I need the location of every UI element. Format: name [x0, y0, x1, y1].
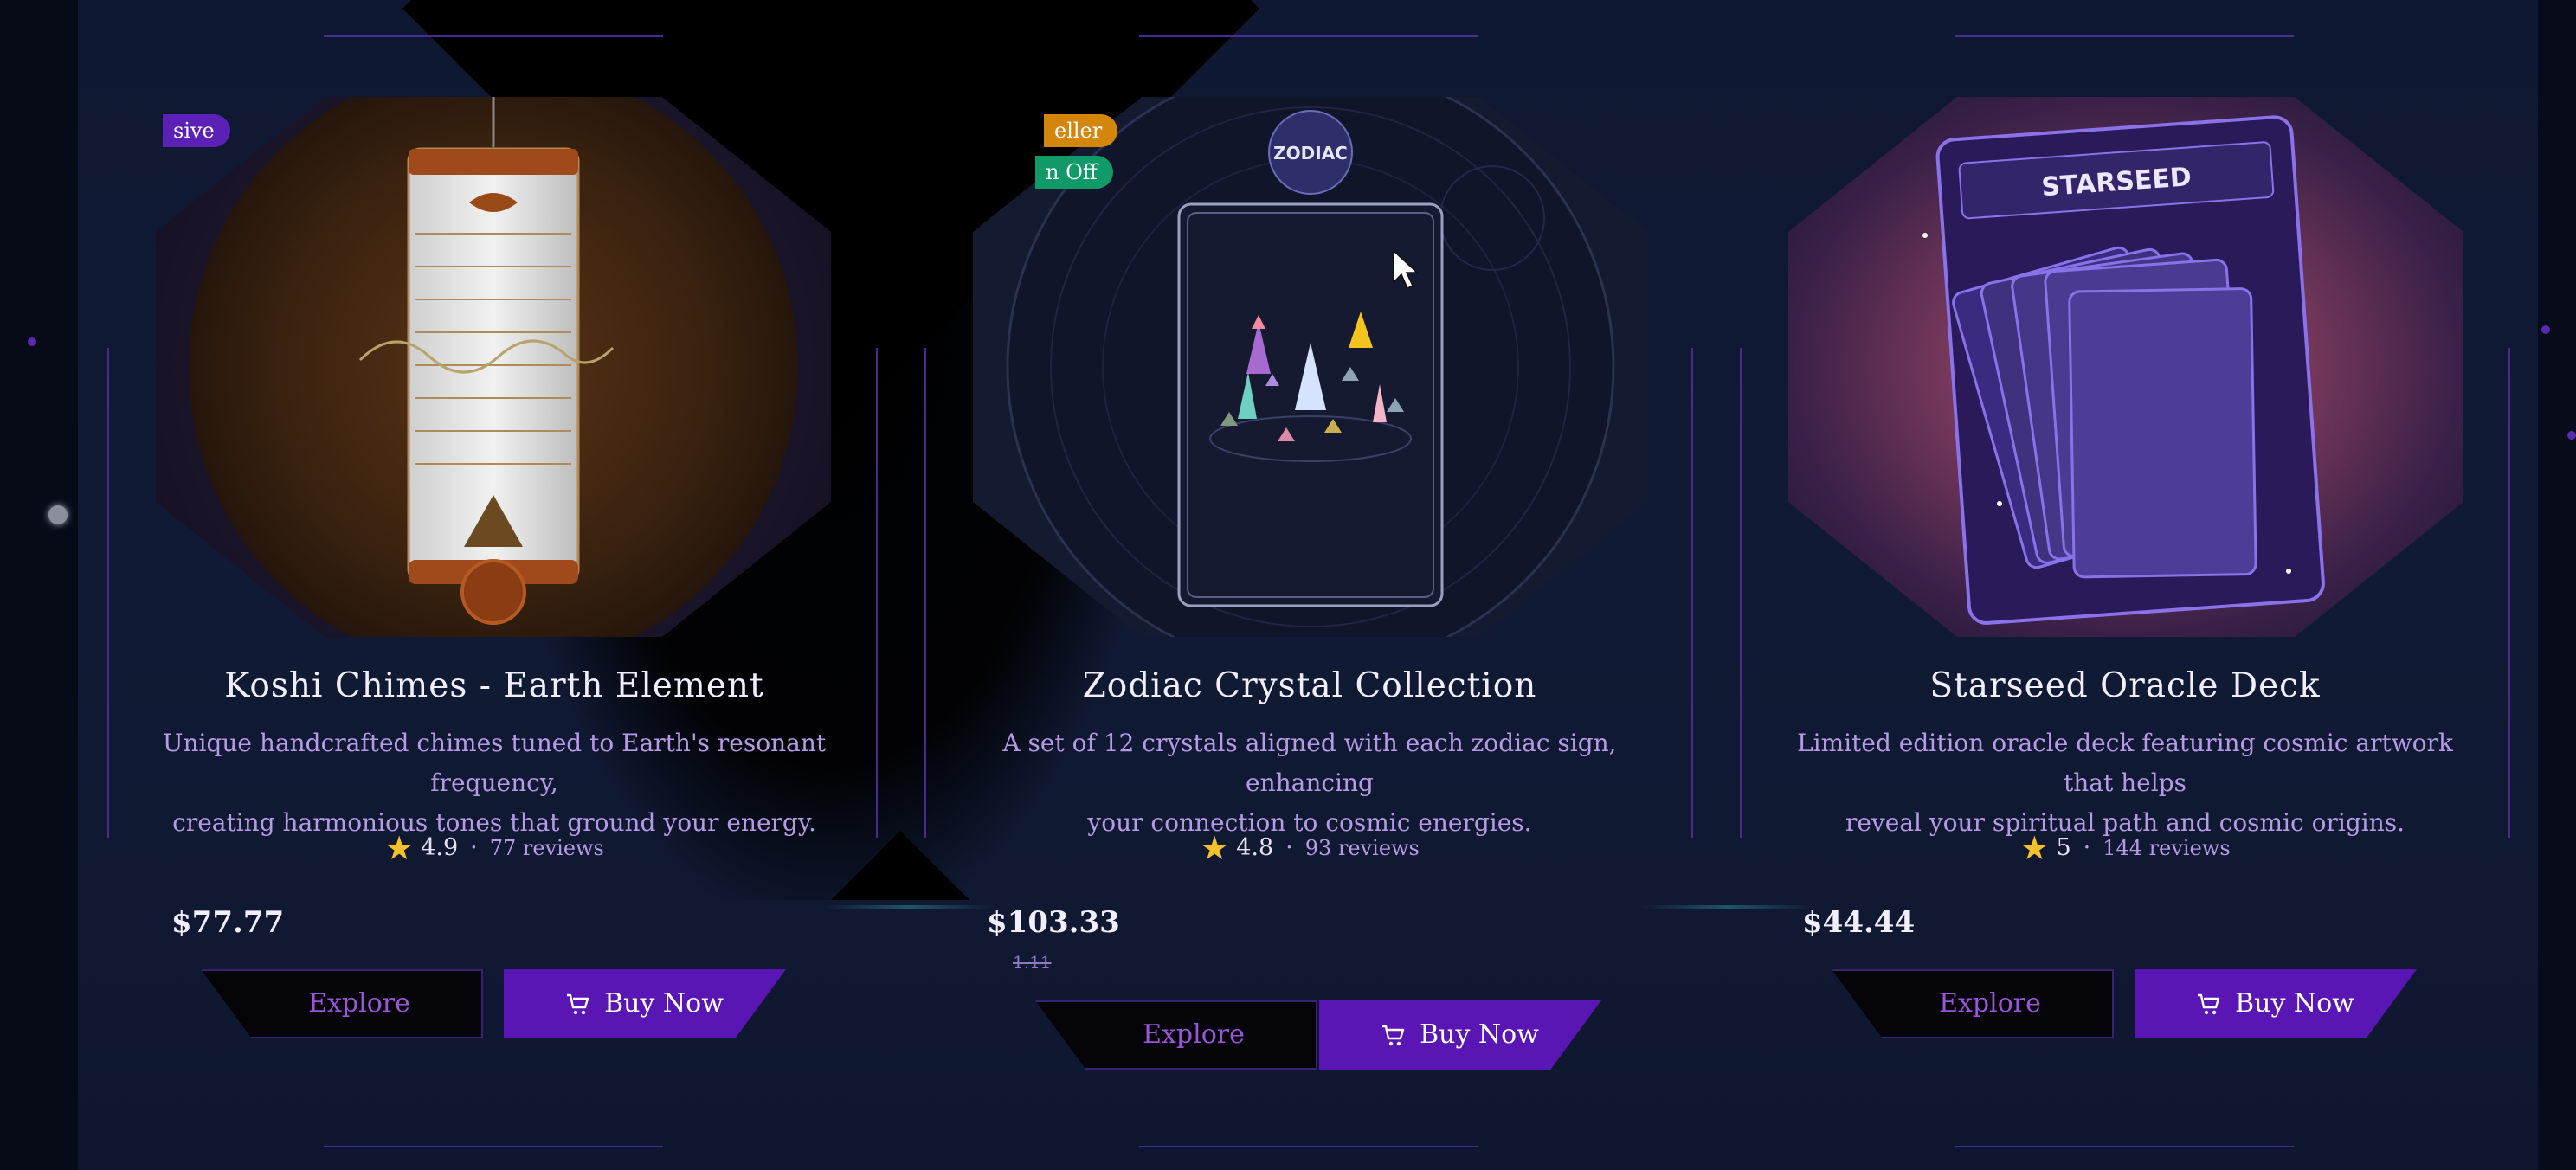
buy-now-button[interactable]: Buy Now: [504, 969, 786, 1038]
description-line: A set of 12 crystals aligned with each z…: [1002, 729, 1617, 797]
explore-button[interactable]: Explore: [201, 969, 483, 1038]
buy-now-button[interactable]: Buy Now: [1319, 1000, 1601, 1070]
product-image: ZODIAC eller n Off: [973, 97, 1648, 637]
product-description: Unique handcrafted chimes tuned to Earth…: [138, 723, 850, 843]
product-rating: ★ 5 · 144 reviews: [1717, 829, 2533, 867]
explore-button[interactable]: Explore: [1035, 1000, 1317, 1070]
bestseller-badge: eller: [1044, 114, 1118, 147]
right-edge-panel: [2538, 0, 2576, 1170]
review-count[interactable]: 144 reviews: [2103, 836, 2230, 860]
product-price: $44.44: [1802, 905, 1916, 940]
product-title: Starseed Oracle Deck: [1929, 666, 2321, 705]
product-card-zodiac-crystals: ZODIAC eller n Off Zodiac Crystal Collec…: [902, 0, 1717, 1170]
description-line: Limited edition oracle deck featuring co…: [1797, 729, 2453, 797]
left-edge-panel: [0, 0, 78, 1170]
buy-label: Buy Now: [2235, 988, 2354, 1019]
product-price: $103.33: [987, 905, 1120, 940]
ambient-dot: [48, 505, 68, 524]
product-price: $77.77: [171, 905, 285, 940]
chime-illustration: [189, 97, 798, 637]
review-count[interactable]: 77 reviews: [490, 836, 604, 860]
rating-value: 4.9: [421, 834, 459, 861]
cart-icon: [567, 993, 589, 1015]
buy-now-button[interactable]: Buy Now: [2135, 969, 2417, 1038]
star-icon: ★: [2019, 829, 2050, 867]
separator: ·: [1285, 834, 1293, 861]
product-badge: sive: [163, 114, 230, 147]
star-icon: ★: [1200, 829, 1230, 867]
separator: ·: [2083, 834, 2091, 861]
review-count[interactable]: 93 reviews: [1305, 836, 1420, 860]
buy-label: Buy Now: [1420, 1019, 1539, 1050]
cart-icon: [2198, 993, 2220, 1015]
product-rating: ★ 4.8 · 93 reviews: [902, 829, 1717, 867]
rating-value: 4.8: [1236, 834, 1274, 861]
ambient-dot: [2541, 325, 2550, 334]
product-page: sive Koshi Chimes - Earth Element Unique…: [0, 0, 2576, 1170]
description-line: Unique handcrafted chimes tuned to Earth…: [162, 729, 827, 797]
product-title: Koshi Chimes - Earth Element: [224, 666, 764, 705]
separator: ·: [470, 834, 478, 861]
explore-label: Explore: [308, 988, 410, 1019]
product-image: STARSEED: [1788, 97, 2463, 637]
cart-icon: [1382, 1025, 1405, 1046]
product-image: sive: [156, 97, 831, 637]
explore-label: Explore: [1143, 1019, 1245, 1050]
explore-button[interactable]: Explore: [1832, 969, 2114, 1038]
product-rating: ★ 4.9 · 77 reviews: [87, 829, 902, 867]
buy-label: Buy Now: [604, 988, 724, 1019]
star-icon: ★: [384, 829, 415, 867]
product-description: A set of 12 crystals aligned with each z…: [954, 723, 1665, 843]
ambient-dot: [2567, 431, 2576, 440]
explore-label: Explore: [1939, 988, 2041, 1019]
product-title: Zodiac Crystal Collection: [1082, 666, 1537, 705]
ambient-dot: [28, 338, 36, 346]
oracle-deck-illustration: STARSEED: [1922, 115, 2325, 625]
original-price: 1.11: [1013, 952, 1052, 973]
product-description: Limited edition oracle deck featuring co…: [1769, 723, 2481, 843]
product-card-starseed-deck: STARSEED Starseed Oracle Deck Limited ed…: [1717, 0, 2533, 1170]
product-card-koshi-chimes: sive Koshi Chimes - Earth Element Unique…: [87, 0, 902, 1170]
discount-badge: n Off: [1035, 156, 1113, 189]
zodiac-label: ZODIAC: [1273, 143, 1348, 164]
rating-value: 5: [2056, 834, 2071, 861]
